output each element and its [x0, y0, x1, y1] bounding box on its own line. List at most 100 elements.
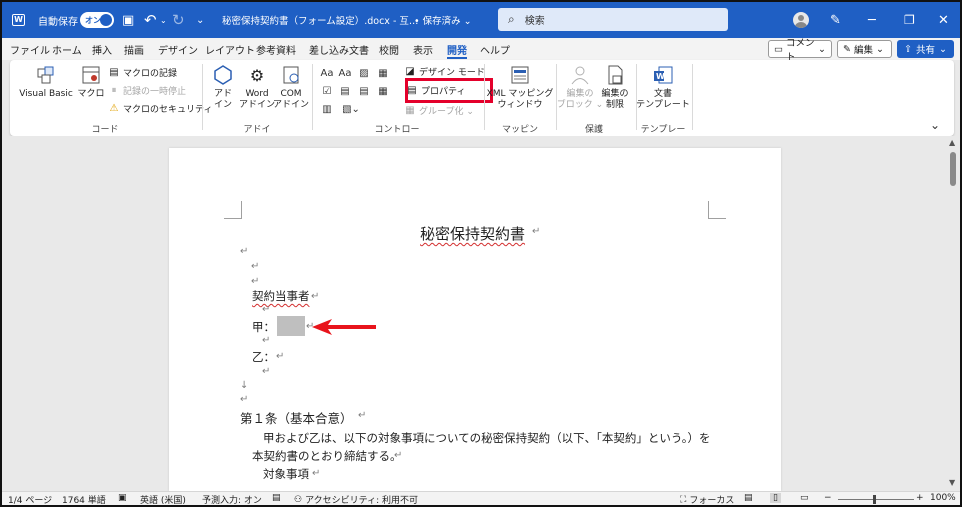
- close-icon[interactable]: ✕: [938, 2, 949, 38]
- tab-layout[interactable]: レイアウト: [205, 42, 255, 57]
- plain-text-control-icon[interactable]: Aa: [338, 67, 352, 80]
- addin-button[interactable]: アド イン: [208, 64, 238, 111]
- rich-text-control-icon[interactable]: Aa: [320, 67, 334, 80]
- macro-security-button[interactable]: ⚠ マクロのセキュリティ: [108, 102, 213, 115]
- document-area[interactable]: 秘密保持契約書 ↵ ↵ ↵ ↵ 契約当事者 ↵ ↵ 甲： ↵ ↵ 乙： ↵ ↵ …: [2, 136, 946, 491]
- accessibility-status[interactable]: ⚇ アクセシビリティ: 利用不可: [294, 493, 418, 506]
- document-template-button[interactable]: W 文書 テンプレート: [636, 64, 690, 111]
- scroll-thumb[interactable]: [950, 152, 956, 186]
- macro-label: マクロ: [77, 89, 105, 99]
- scroll-down-icon[interactable]: ▼: [949, 478, 955, 487]
- line-break-mark: ↓: [240, 380, 249, 391]
- chevron-down-icon: ⌄: [939, 43, 947, 55]
- undo-icon[interactable]: ↶: [144, 2, 157, 38]
- tab-mailings[interactable]: 差し込み文書: [309, 42, 369, 57]
- word-app-icon[interactable]: W: [12, 2, 26, 38]
- com-addin-button[interactable]: COM アドイン: [273, 64, 309, 111]
- repeating-section-control-icon[interactable]: ▥: [320, 103, 334, 116]
- building-block-control-icon[interactable]: ▦: [376, 67, 390, 80]
- checkbox-control-icon[interactable]: ☑: [320, 85, 334, 98]
- pause-recording-button[interactable]: ⏸ 記録の一時停止: [108, 84, 187, 97]
- party-a-content-control[interactable]: [277, 316, 305, 336]
- tab-review[interactable]: 校閲: [379, 42, 399, 57]
- restrict-editing-button[interactable]: 編集の 制限: [598, 64, 632, 111]
- zoom-out-button[interactable]: −: [824, 493, 832, 503]
- vertical-scrollbar[interactable]: ▲ ▼: [946, 136, 960, 491]
- web-layout-icon[interactable]: ▭: [800, 493, 809, 503]
- block-authors-button[interactable]: 編集の ブロック ⌄: [557, 64, 603, 111]
- tab-developer[interactable]: 開発: [447, 42, 467, 59]
- design-mode-button[interactable]: ◪ デザイン モード: [404, 65, 485, 78]
- dropdown-list-control-icon[interactable]: ▤: [357, 85, 371, 98]
- visual-basic-button[interactable]: Visual Basic: [16, 64, 76, 100]
- word-count[interactable]: 1764 単語: [62, 493, 106, 505]
- redo-icon[interactable]: ↻: [172, 2, 185, 38]
- article-1-body-line-2[interactable]: 本契約書のとおり締結する。: [252, 448, 402, 464]
- save-icon[interactable]: ▣: [122, 2, 134, 38]
- date-picker-control-icon[interactable]: ▦: [376, 85, 390, 98]
- tab-help[interactable]: ヘルプ: [480, 42, 510, 57]
- tab-view[interactable]: 表示: [413, 42, 433, 57]
- group-button[interactable]: ▦ グループ化 ⌄: [404, 104, 474, 117]
- share-button[interactable]: ⇪ 共有 ⌄: [897, 40, 954, 58]
- macro-button[interactable]: マクロ: [76, 64, 106, 100]
- paragraph-mark: ↵: [251, 276, 260, 287]
- warning-icon: ⚠: [109, 103, 119, 114]
- parties-heading[interactable]: 契約当事者: [252, 288, 310, 304]
- tab-home[interactable]: ホーム: [52, 42, 82, 57]
- restrict-editing-label: 編集の 制限: [601, 89, 629, 110]
- combo-box-control-icon[interactable]: ▤: [338, 85, 352, 98]
- print-layout-icon[interactable]: ▯: [770, 493, 781, 503]
- tab-references[interactable]: 参考資料: [256, 42, 296, 57]
- undo-dropdown-icon[interactable]: ⌄: [160, 2, 167, 38]
- text-prediction-status[interactable]: 予測入力: オン: [202, 493, 262, 505]
- page-count[interactable]: 1/4 ページ: [8, 493, 52, 505]
- article-1-body-line-3[interactable]: 対象事項: [263, 466, 309, 482]
- zoom-level[interactable]: 100%: [930, 493, 956, 503]
- minimize-icon[interactable]: ─: [868, 2, 876, 38]
- zoom-slider-thumb[interactable]: [873, 495, 876, 504]
- macro-recording-icon[interactable]: ▤: [272, 493, 281, 503]
- picture-control-icon[interactable]: ▨: [357, 67, 371, 80]
- avatar[interactable]: [793, 12, 809, 28]
- document-title: 秘密保持契約書（フォーム設定）.docx - 互…: [222, 16, 419, 27]
- party-a-label[interactable]: 甲：: [252, 319, 275, 335]
- zoom-slider-track[interactable]: [838, 499, 914, 500]
- collapse-ribbon-icon[interactable]: ⌄: [930, 118, 940, 132]
- tab-file[interactable]: ファイル: [10, 42, 50, 57]
- tab-draw[interactable]: 描画: [124, 42, 144, 57]
- saved-status[interactable]: • 保存済み ⌄: [414, 2, 472, 38]
- com-addin-icon: [280, 64, 302, 86]
- legacy-tools-icon[interactable]: ▧⌄: [340, 103, 362, 116]
- comment-button[interactable]: ▭ コメント ⌄: [768, 38, 832, 63]
- autosave-toggle[interactable]: オン: [80, 2, 114, 38]
- xml-mapping-label: XML マッピング ウィンドウ: [486, 89, 554, 110]
- tab-insert[interactable]: 挿入: [92, 42, 112, 57]
- xml-mapping-button[interactable]: XML マッピング ウィンドウ: [486, 64, 554, 111]
- zoom-in-button[interactable]: +: [916, 493, 924, 503]
- word-addin-button[interactable]: ⚙ Word アドイン: [239, 64, 275, 111]
- record-macro-button[interactable]: ▤ マクロの記録: [108, 66, 177, 79]
- design-mode-label: デザイン モード: [419, 68, 485, 78]
- tab-design[interactable]: デザイン: [158, 42, 198, 57]
- article-1-heading[interactable]: 第１条（基本合意）: [240, 408, 353, 427]
- restore-icon[interactable]: ❐: [904, 2, 915, 38]
- document-page[interactable]: 秘密保持契約書 ↵ ↵ ↵ ↵ 契約当事者 ↵ ↵ 甲： ↵ ↵ 乙： ↵ ↵ …: [169, 148, 781, 491]
- proofing-icon[interactable]: ▣: [118, 493, 127, 503]
- article-1-body-line-1[interactable]: 甲および乙は、以下の対象事項についての秘密保持契約（以下、「本契約」という。）を: [263, 430, 710, 446]
- title-bar: W 自動保存 オン ▣ ↶ ⌄ ↻ ⌄ 秘密保持契約書（フォーム設定）.docx…: [2, 2, 960, 38]
- focus-button[interactable]: ⛶ フォーカス: [680, 493, 734, 506]
- pen-icon[interactable]: ✎: [830, 2, 841, 38]
- visual-basic-label: Visual Basic: [19, 89, 73, 99]
- pause-recording-label: 記録の一時停止: [123, 87, 187, 97]
- read-mode-icon[interactable]: ▤: [744, 493, 753, 503]
- customize-quick-access-icon[interactable]: ⌄: [196, 2, 204, 38]
- accessibility-icon: ⚇: [294, 494, 303, 505]
- scroll-up-icon[interactable]: ▲: [949, 138, 955, 147]
- search-box[interactable]: ⌕ 検索: [498, 8, 728, 31]
- chevron-down-icon: ⌄: [818, 43, 826, 55]
- party-b-label[interactable]: 乙：: [252, 349, 275, 365]
- language-indicator[interactable]: 英語 (米国): [140, 493, 186, 505]
- document-title[interactable]: 秘密保持契約書: [420, 223, 525, 244]
- editing-button[interactable]: ✎ 編集 ⌄: [837, 40, 892, 58]
